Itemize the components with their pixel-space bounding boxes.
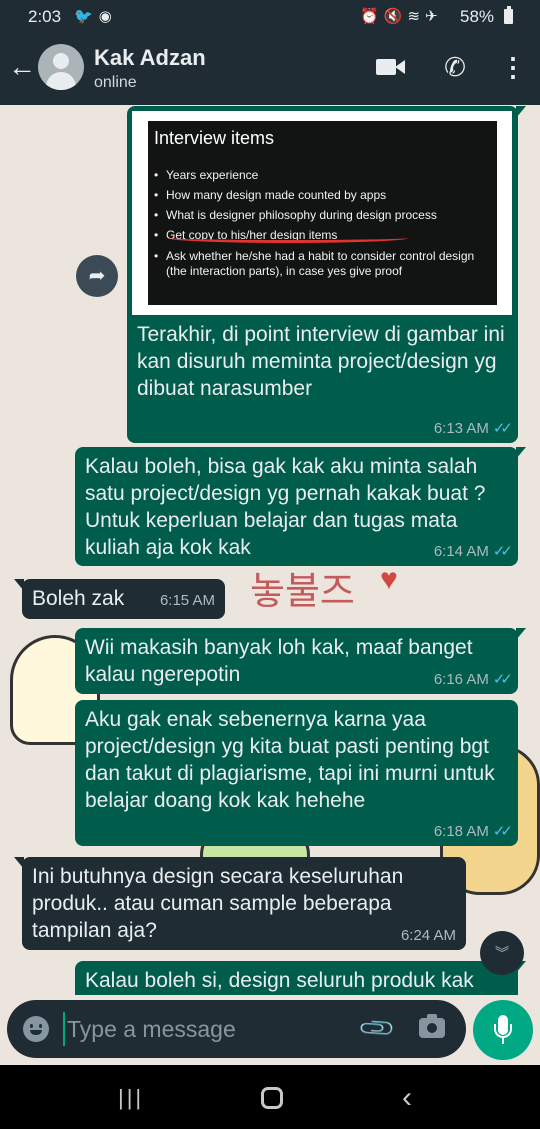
message-text: Boleh zak xyxy=(32,587,125,610)
slide-title: Interview items xyxy=(154,128,275,148)
heart-icon: ♥ xyxy=(380,563,398,596)
wallpaper-text: 놓불즈 xyxy=(250,569,355,613)
camera-icon[interactable] xyxy=(419,1014,445,1038)
message-time: 6:18 AM xyxy=(433,823,489,840)
message-meta: 6:18 AM ✓✓ xyxy=(433,823,513,841)
chat-header: ← Kak Adzan online ✆ ⋮ xyxy=(0,32,540,105)
message-input[interactable] xyxy=(63,1012,343,1046)
system-icons: ⏰🔇≋✈ xyxy=(360,7,443,25)
outgoing-message[interactable]: Wii makasih banyak loh kak, maaf banget … xyxy=(75,628,526,694)
home-icon[interactable] xyxy=(261,1087,283,1109)
message-meta: 6:13 AM ✓✓ xyxy=(433,420,513,438)
system-navigation-bar: ||| ‹ xyxy=(0,1065,540,1129)
slide-bullet: Ask whether he/she had a habit to consid… xyxy=(154,249,492,279)
read-receipt-icon: ✓✓ xyxy=(492,420,513,437)
mic-button[interactable] xyxy=(473,1000,533,1060)
battery-icon xyxy=(504,6,513,24)
message-time: 6:13 AM xyxy=(433,420,489,437)
back-nav-icon[interactable]: ‹ xyxy=(402,1081,412,1115)
message-text: Aku gak enak sebenernya karna yaa projec… xyxy=(85,708,495,812)
wifi-icon: ≋ xyxy=(407,8,425,25)
message-text: Terakhir, di point interview di gambar i… xyxy=(137,323,505,400)
status-bar: 2:03 🐦◉ ⏰🔇≋✈ 58% xyxy=(0,0,540,32)
message-time: 6:14 AM xyxy=(433,543,489,560)
contact-name[interactable]: Kak Adzan xyxy=(94,45,206,71)
message-input-container[interactable]: 📎 xyxy=(7,1000,466,1058)
phone-icon[interactable]: ✆ xyxy=(440,52,470,82)
alarm-icon: ⏰ xyxy=(360,8,384,25)
message-text: Kalau boleh si, design seluruh produk ka… xyxy=(85,969,474,992)
forward-icon[interactable]: ➦ xyxy=(76,255,118,297)
status-time: 2:03 xyxy=(28,7,62,26)
airplane-icon: ✈ xyxy=(424,8,443,25)
contact-presence: online xyxy=(94,74,137,91)
message-time: 6:24 AM xyxy=(400,927,456,944)
incoming-message[interactable]: Ini butuhnya design secara keseluruhan p… xyxy=(14,857,466,950)
slide-bullet: Years experience xyxy=(154,165,492,185)
slide-bullet-list: Years experience How many design made co… xyxy=(154,165,492,279)
outgoing-message[interactable]: Aku gak enak sebenernya karna yaa projec… xyxy=(75,700,518,846)
shared-image[interactable]: Interview items Years experience How man… xyxy=(132,111,512,315)
read-receipt-icon: ✓✓ xyxy=(492,543,513,560)
read-receipt-icon: ✓✓ xyxy=(492,671,513,688)
spotify-icon: ◉ xyxy=(98,8,118,25)
chat-area[interactable]: 놓불즈 ♥ ➦ Interview items Years experience… xyxy=(0,105,540,1065)
message-composer: 📎 xyxy=(0,995,540,1065)
slide-bullet: What is designer philosophy during desig… xyxy=(154,205,492,225)
mute-icon: 🔇 xyxy=(383,8,408,25)
image-message[interactable]: Interview items Years experience How man… xyxy=(127,106,526,443)
scroll-to-bottom-icon[interactable]: ︾ xyxy=(480,931,524,975)
avatar-placeholder-icon xyxy=(53,53,69,69)
slide-bullet: How many design made counted by apps xyxy=(154,185,492,205)
annotation-underline xyxy=(168,233,408,243)
twitter-icon: 🐦 xyxy=(74,8,99,25)
outgoing-message[interactable]: Kalau boleh, bisa gak kak aku minta sala… xyxy=(75,447,526,566)
read-receipt-icon: ✓✓ xyxy=(492,823,513,840)
avatar[interactable] xyxy=(38,44,84,90)
message-meta: 6:24 AM xyxy=(401,927,456,945)
message-meta: 6:15 AM xyxy=(160,592,215,610)
incoming-message[interactable]: Boleh zak 6:15 AM xyxy=(14,579,225,619)
message-time: 6:15 AM xyxy=(159,592,215,609)
recent-apps-icon[interactable]: ||| xyxy=(118,1085,144,1111)
notification-icons: 🐦◉ xyxy=(74,7,118,25)
paperclip-icon[interactable]: 📎 xyxy=(357,1008,399,1050)
battery-percentage: 58% xyxy=(460,7,495,26)
message-meta: 6:14 AM ✓✓ xyxy=(433,543,513,561)
more-options-icon[interactable]: ⋮ xyxy=(500,52,526,82)
message-text: Ini butuhnya design secara keseluruhan p… xyxy=(32,865,404,942)
video-call-icon[interactable] xyxy=(376,56,408,78)
message-time: 6:16 AM xyxy=(433,671,489,688)
message-meta: 6:16 AM ✓✓ xyxy=(433,671,513,689)
emoji-icon[interactable] xyxy=(23,1016,49,1042)
back-arrow-icon[interactable]: ← xyxy=(8,52,36,82)
